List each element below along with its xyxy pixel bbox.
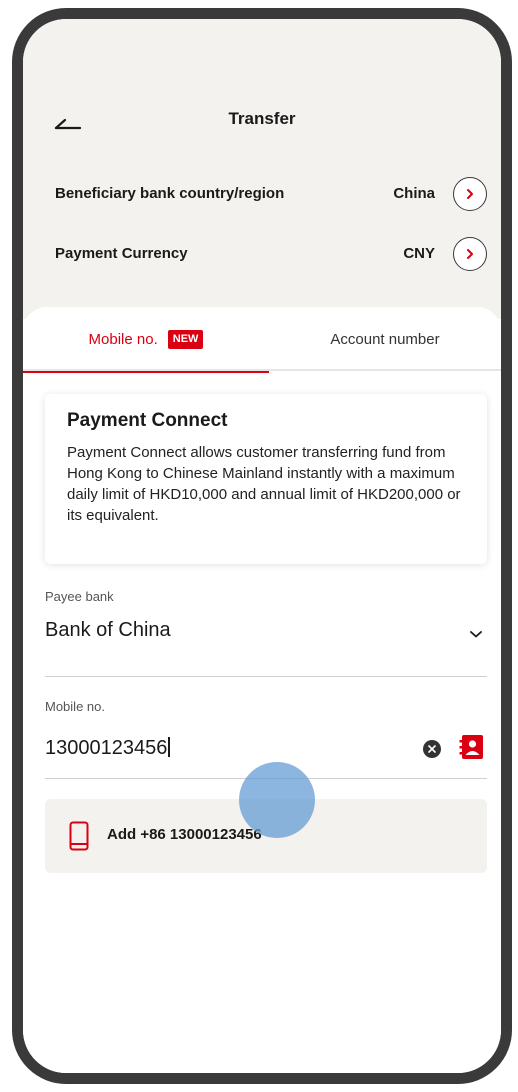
beneficiary-country-row[interactable]: Beneficiary bank country/region China: [45, 175, 487, 215]
tab-mobile-no-label: Mobile no.: [88, 330, 158, 348]
chevron-right-icon: [467, 249, 473, 259]
tab-account-number-label: Account number: [330, 330, 440, 348]
chevron-down-icon[interactable]: [469, 629, 483, 639]
mobile-number-field[interactable]: Mobile no. 13000123456: [45, 699, 487, 779]
beneficiary-country-label: Beneficiary bank country/region: [55, 185, 285, 202]
new-badge: NEW: [167, 329, 204, 349]
payee-bank-value[interactable]: Bank of China: [45, 619, 171, 642]
form-panel: Mobile no. NEW Account number Payment Co…: [23, 307, 501, 1073]
payment-currency-label: Payment Currency: [55, 245, 188, 262]
mobile-number-value: 13000123456: [45, 737, 168, 759]
payment-connect-card: Payment Connect Payment Connect allows c…: [45, 394, 487, 564]
payee-bank-field[interactable]: Payee bank Bank of China: [45, 589, 487, 677]
mobile-number-input[interactable]: 13000123456: [45, 737, 170, 760]
add-number-suggestion[interactable]: Add +86 13000123456: [45, 799, 487, 873]
contacts-book-icon[interactable]: [459, 734, 485, 760]
page-title: Transfer: [228, 109, 296, 128]
add-number-text: Add +86 13000123456: [107, 826, 262, 843]
tab-bar: Mobile no. NEW Account number: [23, 307, 501, 373]
beneficiary-country-button[interactable]: [453, 177, 487, 211]
tab-account-number[interactable]: Account number: [269, 307, 501, 371]
close-icon: [428, 745, 436, 753]
header: Transfer: [23, 105, 501, 135]
transfer-screen: Transfer Beneficiary bank country/region…: [23, 19, 501, 1073]
payment-currency-row[interactable]: Payment Currency CNY: [45, 235, 487, 275]
text-cursor: [168, 737, 170, 757]
tab-mobile-no[interactable]: Mobile no. NEW: [23, 307, 269, 373]
mobile-number-label: Mobile no.: [45, 699, 105, 714]
payment-currency-value: CNY: [403, 245, 435, 262]
info-card-title: Payment Connect: [67, 410, 228, 431]
payee-bank-label: Payee bank: [45, 589, 114, 604]
phone-frame: Transfer Beneficiary bank country/region…: [12, 8, 512, 1084]
info-card-text: Payment Connect allows customer transfer…: [67, 444, 461, 524]
beneficiary-country-value: China: [393, 185, 435, 202]
payment-currency-button[interactable]: [453, 237, 487, 271]
chevron-right-icon: [467, 189, 473, 199]
mobile-phone-icon: [69, 821, 89, 851]
clear-icon[interactable]: [423, 740, 441, 758]
